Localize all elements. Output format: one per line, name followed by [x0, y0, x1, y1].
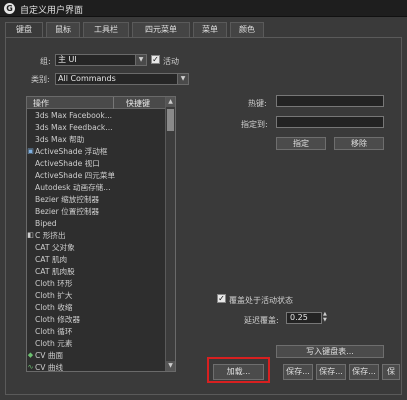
- list-item[interactable]: Cloth 循环: [27, 326, 167, 338]
- save-button-4[interactable]: 保: [382, 364, 400, 380]
- scroll-thumb[interactable]: [167, 109, 174, 131]
- column-shortcut[interactable]: 快捷键: [126, 98, 150, 109]
- list-item-label: CV 曲线: [35, 363, 64, 372]
- list-item-label: Bezier 缩放控制器: [35, 195, 100, 204]
- group-dropdown[interactable]: 主 UI ▼: [55, 54, 147, 66]
- scroll-down-icon[interactable]: ▼: [166, 361, 175, 371]
- list-item-label: 3ds Max Facebook...: [35, 111, 113, 120]
- list-item[interactable]: ActiveShade 四元菜单: [27, 170, 167, 182]
- list-item-label: CV 曲面: [35, 351, 64, 360]
- save-button-2[interactable]: 保存...: [316, 364, 346, 380]
- list-item-label: Bezier 位置控制器: [35, 207, 100, 216]
- list-item[interactable]: Cloth 环形: [27, 278, 167, 290]
- title-bar: G 自定义用户界面: [0, 0, 407, 17]
- list-item-label: Cloth 循环: [35, 327, 73, 336]
- chevron-down-icon: ▼: [135, 55, 146, 65]
- cv-curve-icon: ∿: [27, 363, 34, 371]
- list-item[interactable]: Bezier 位置控制器: [27, 206, 167, 218]
- list-item-label: Cloth 修改器: [35, 315, 81, 324]
- list-item[interactable]: CAT 肌肉股: [27, 266, 167, 278]
- assign-button[interactable]: 指定: [276, 137, 326, 150]
- column-divider[interactable]: [113, 97, 114, 109]
- overwrite-label: 覆盖处于活动状态: [229, 296, 293, 305]
- cv-surface-icon: ◆: [27, 351, 34, 359]
- active-label: 活动: [163, 57, 179, 66]
- list-item[interactable]: Cloth 扩大: [27, 290, 167, 302]
- list-item-label: Biped: [35, 219, 57, 228]
- list-item-label: CAT 父对象: [35, 243, 75, 252]
- list-item[interactable]: Autodesk 动画存储...: [27, 182, 167, 194]
- activeshade-icon: ▣: [27, 147, 34, 155]
- overwrite-checkbox[interactable]: ✓: [217, 294, 226, 303]
- list-item[interactable]: CAT 父对象: [27, 242, 167, 254]
- list-item-label: CAT 肌肉: [35, 255, 68, 264]
- extrude-icon: ◧: [27, 231, 34, 239]
- list-item-label: Cloth 收缩: [35, 303, 73, 312]
- list-header: 操作 快捷键: [27, 97, 167, 109]
- list-item[interactable]: CAT 肌肉: [27, 254, 167, 266]
- list-item-label: ActiveShade 视口: [35, 159, 100, 168]
- hotkey-input[interactable]: [276, 95, 384, 107]
- scroll-up-icon[interactable]: ▲: [166, 97, 175, 107]
- category-label: 类别:: [31, 75, 50, 84]
- app-logo-icon: G: [4, 3, 15, 14]
- list-item[interactable]: Cloth 元素: [27, 338, 167, 350]
- tab-colors[interactable]: 颜色: [230, 22, 264, 37]
- save-button-1[interactable]: 保存...: [283, 364, 313, 380]
- list-item-label: 3ds Max 帮助: [35, 135, 85, 144]
- list-item-label: 3ds Max Feedback...: [35, 123, 113, 132]
- category-dropdown-value: All Commands: [58, 74, 116, 83]
- write-keyboard-chart-button[interactable]: 写入键盘表...: [276, 345, 384, 358]
- list-item[interactable]: ▣ ActiveShade 浮动框: [27, 146, 167, 158]
- category-dropdown[interactable]: All Commands ▼: [55, 73, 189, 85]
- hotkey-label: 热键:: [248, 99, 267, 108]
- delay-input[interactable]: 0.25: [286, 312, 322, 324]
- group-label: 组:: [40, 57, 51, 66]
- list-rows: 3ds Max Facebook... 3ds Max Feedback... 3d…: [27, 110, 167, 372]
- list-item[interactable]: Biped: [27, 218, 167, 230]
- chevron-down-icon: ▼: [177, 74, 188, 84]
- tab-menus[interactable]: 菜单: [193, 22, 227, 37]
- annotation-highlight-box: [207, 357, 270, 383]
- list-item[interactable]: ◧ C 形挤出: [27, 230, 167, 242]
- tab-toolbars[interactable]: 工具栏: [83, 22, 129, 37]
- list-item[interactable]: ActiveShade 视口: [27, 158, 167, 170]
- list-item[interactable]: Cloth 收缩: [27, 302, 167, 314]
- list-item[interactable]: 3ds Max 帮助: [27, 134, 167, 146]
- list-item[interactable]: 3ds Max Feedback...: [27, 122, 167, 134]
- assigned-to-field: [276, 116, 384, 128]
- delay-label: 延迟覆盖:: [244, 316, 279, 325]
- list-item-label: CAT 肌肉股: [35, 267, 75, 276]
- save-button-3[interactable]: 保存...: [349, 364, 379, 380]
- tab-keyboard[interactable]: 键盘: [5, 22, 43, 38]
- tab-mouse[interactable]: 鼠标: [46, 22, 80, 37]
- remove-button[interactable]: 移除: [334, 137, 384, 150]
- assigned-to-label: 指定到:: [241, 120, 268, 129]
- list-item[interactable]: ∿ CV 曲线: [27, 362, 167, 372]
- list-item-label: ActiveShade 浮动框: [35, 147, 108, 156]
- list-item[interactable]: 3ds Max Facebook...: [27, 110, 167, 122]
- list-item-label: Cloth 元素: [35, 339, 73, 348]
- tab-quad-menus[interactable]: 四元菜单: [132, 22, 190, 37]
- group-dropdown-value: 主 UI: [58, 55, 77, 64]
- window-title: 自定义用户界面: [20, 6, 84, 16]
- list-item-label: C 形挤出: [35, 231, 66, 240]
- active-checkbox[interactable]: ✓: [151, 55, 160, 64]
- list-item-label: Cloth 环形: [35, 279, 73, 288]
- list-scrollbar[interactable]: ▲ ▼: [165, 97, 175, 371]
- list-item-label: Autodesk 动画存储...: [35, 183, 111, 192]
- list-item-label: ActiveShade 四元菜单: [35, 171, 116, 180]
- column-action[interactable]: 操作: [33, 98, 49, 109]
- list-item[interactable]: Cloth 修改器: [27, 314, 167, 326]
- list-item[interactable]: Bezier 缩放控制器: [27, 194, 167, 206]
- delay-spinner[interactable]: ▲ ▼: [323, 311, 327, 323]
- list-item-label: Cloth 扩大: [35, 291, 73, 300]
- list-item[interactable]: ◆ CV 曲面: [27, 350, 167, 362]
- action-list[interactable]: 操作 快捷键 3ds Max Facebook... 3ds Max Feedba…: [26, 96, 176, 372]
